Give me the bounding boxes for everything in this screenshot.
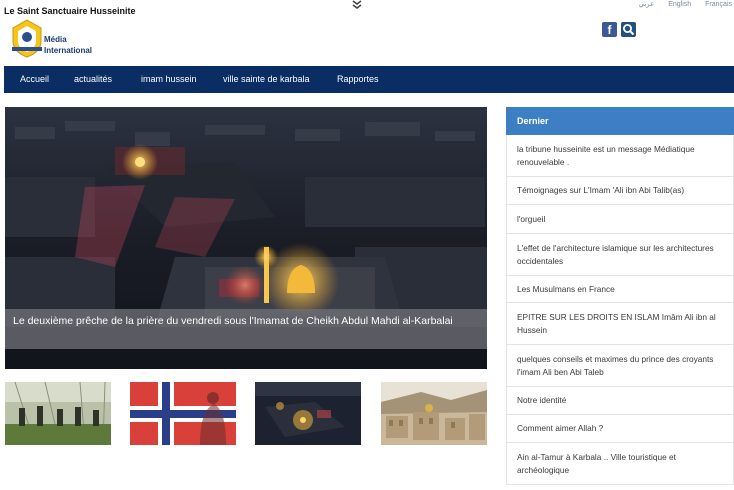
logo-text-line1: Média — [44, 35, 67, 44]
lang-french[interactable]: Français — [705, 1, 732, 8]
logo-text-line2: International — [44, 46, 93, 55]
sidebar-item-6[interactable]: EPITRE SUR LES DROITS EN ISLAM Imâm Ali … — [507, 303, 733, 345]
sidebar-item-5[interactable]: Les Musulmans en France — [507, 276, 733, 303]
nav-item-accueil[interactable]: Accueil — [20, 66, 49, 93]
nav-item-karbala[interactable]: ville sainte de karbala — [223, 66, 310, 93]
nav-item-actualites[interactable]: actualités — [74, 66, 112, 93]
sidebar-item-2[interactable]: Témoignages sur L'Imam 'Ali ibn Abi Tali… — [507, 177, 733, 205]
site-name[interactable]: Le Saint Sanctuaire Husseinite — [4, 6, 136, 16]
language-switcher: عربي English Français — [626, 0, 732, 8]
nav-item-imam-hussein[interactable]: imam hussein — [141, 66, 197, 93]
sidebar-item-9[interactable]: Comment aimer Allah ? — [507, 415, 733, 443]
logo-icon[interactable] — [6, 17, 48, 59]
social-icons: f — [602, 22, 636, 37]
sidebar-item-1[interactable]: la tribune husseinite est un message Méd… — [507, 135, 733, 177]
thumbnail-flag[interactable] — [130, 382, 236, 445]
nav-item-rapportes[interactable]: Rapportes — [337, 66, 379, 93]
chevron-double-down-icon[interactable] — [351, 0, 363, 10]
thumbnail-shrine-night[interactable] — [255, 382, 361, 445]
facebook-icon[interactable]: f — [602, 22, 617, 37]
hero-slide[interactable]: Le deuxième prêche de la prière du vendr… — [5, 107, 487, 369]
sidebar-item-7[interactable]: quelques conseils et maximes du prince d… — [507, 345, 733, 387]
sidebar-list: la tribune husseinite est un message Méd… — [506, 135, 734, 485]
sidebar-item-10[interactable]: Ain al-Tamur à Karbala .. Ville touristi… — [507, 443, 733, 485]
hero-caption[interactable]: Le deuxième prêche de la prière du vendr… — [5, 309, 487, 349]
main-navbar: Accueil actualités imam hussein ville sa… — [4, 66, 734, 93]
sidebar-item-8[interactable]: Notre identité — [507, 387, 733, 415]
sidebar-item-4[interactable]: L'effet de l'architecture islamique sur … — [507, 234, 733, 276]
search-icon[interactable] — [621, 22, 636, 37]
thumbnail-old-city[interactable] — [381, 382, 487, 445]
lang-english[interactable]: English — [668, 1, 691, 8]
lang-arabic[interactable]: عربي — [638, 1, 654, 8]
thumbnail-greenhouse[interactable] — [5, 382, 111, 445]
latest-sidebar: Dernier la tribune husseinite est un mes… — [506, 107, 734, 490]
logo-text: Média International — [44, 34, 92, 56]
sidebar-item-3[interactable]: l'orgueil — [507, 205, 733, 234]
sidebar-header: Dernier — [506, 107, 734, 135]
